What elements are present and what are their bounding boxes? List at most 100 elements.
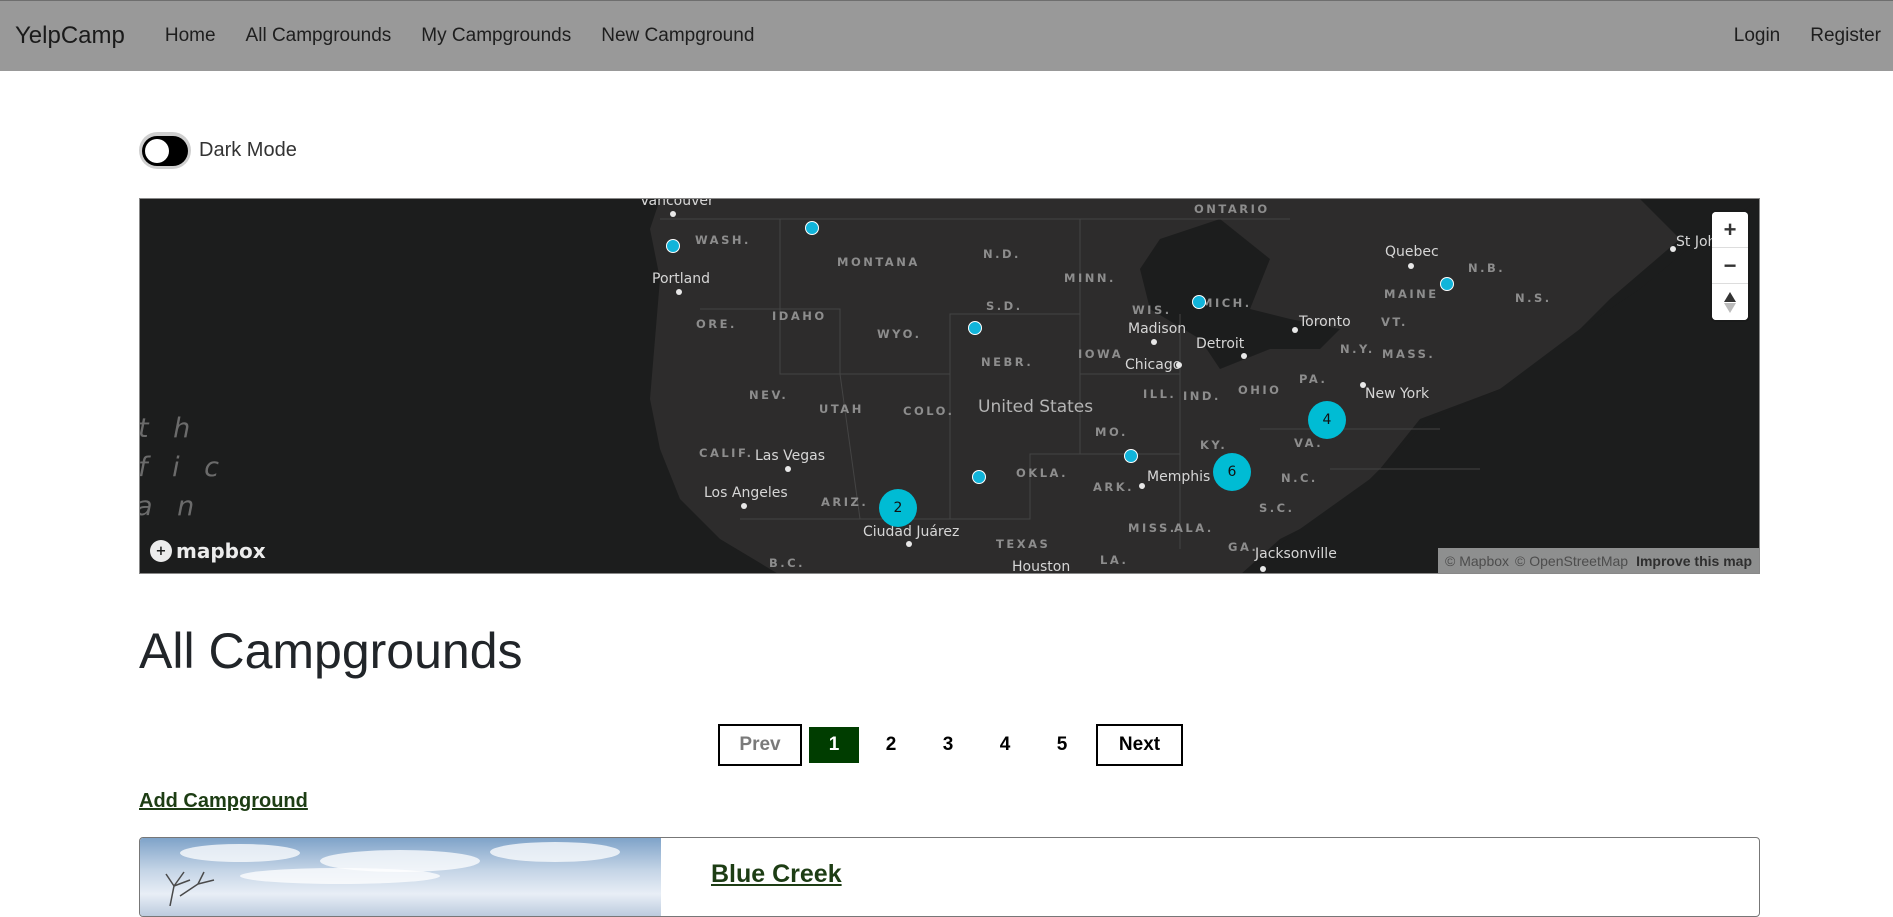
map-label-city: Detroit bbox=[1196, 336, 1245, 352]
map-label-state: OKLA. bbox=[1016, 466, 1068, 480]
map-label-state: VA. bbox=[1294, 436, 1324, 450]
nav-link-home[interactable]: Home bbox=[165, 25, 216, 47]
pagination: Prev 1 2 3 4 5 Next bbox=[718, 724, 1183, 766]
map-label-city: Jacksonville bbox=[1255, 546, 1337, 562]
nav-link-login[interactable]: Login bbox=[1734, 25, 1781, 47]
map-label-state: TEXAS bbox=[996, 537, 1051, 551]
zoom-in-button[interactable]: + bbox=[1712, 212, 1748, 248]
nav-link-my-campgrounds[interactable]: My Campgrounds bbox=[421, 25, 571, 47]
attribution-mapbox-link[interactable]: © Mapbox bbox=[1445, 553, 1509, 569]
next-page-button[interactable]: Next bbox=[1096, 724, 1183, 766]
map-label-city: Madison bbox=[1128, 321, 1187, 337]
cluster-map[interactable]: WASH. MONTANA N.D. MINN. ONTARIO ORE. ID… bbox=[139, 198, 1760, 574]
map-label-state: CALIF. bbox=[699, 446, 754, 460]
city-dot bbox=[1260, 566, 1266, 572]
zoom-out-button[interactable]: − bbox=[1712, 248, 1748, 284]
campground-pin[interactable] bbox=[968, 321, 982, 335]
map-label-city: New York bbox=[1365, 386, 1430, 402]
map-label-state: GA. bbox=[1228, 540, 1259, 554]
campground-pin[interactable] bbox=[1440, 277, 1454, 291]
nav-link-all-campgrounds[interactable]: All Campgrounds bbox=[246, 25, 392, 47]
dark-mode-toggle[interactable] bbox=[139, 132, 191, 169]
map-label-state: ONTARIO bbox=[1194, 202, 1270, 216]
map-attribution: © Mapbox © OpenStreetMap Improve this ma… bbox=[1438, 548, 1759, 573]
map-label-ocean: f i c bbox=[139, 452, 228, 483]
attribution-osm-link[interactable]: © OpenStreetMap bbox=[1515, 553, 1628, 569]
dark-mode-label: Dark Mode bbox=[199, 139, 297, 161]
map-label-country: United States bbox=[978, 397, 1094, 417]
mapbox-logo-text: mapbox bbox=[176, 539, 266, 563]
page-4-button[interactable]: 4 bbox=[980, 727, 1030, 763]
map-label-city: Portland bbox=[652, 271, 710, 287]
city-dot bbox=[670, 211, 676, 217]
page-5-button[interactable]: 5 bbox=[1037, 727, 1087, 763]
map-label-state: MINN. bbox=[1064, 271, 1116, 285]
nav-link-register[interactable]: Register bbox=[1810, 25, 1881, 47]
map-label-state: ARK. bbox=[1093, 480, 1135, 494]
dark-mode-row: Dark Mode bbox=[139, 132, 297, 169]
brand-logo[interactable]: YelpCamp bbox=[15, 22, 125, 50]
map-label-state: KY. bbox=[1200, 438, 1228, 452]
campground-cluster[interactable]: 2 bbox=[879, 489, 917, 527]
campground-pin[interactable] bbox=[1124, 449, 1138, 463]
mapbox-logo[interactable]: + mapbox bbox=[150, 539, 266, 563]
map-label-city: Quebec bbox=[1385, 244, 1439, 260]
campground-pin[interactable] bbox=[972, 470, 986, 484]
city-dot bbox=[1241, 353, 1247, 359]
city-dot bbox=[1139, 483, 1145, 489]
map-label-state: ORE. bbox=[696, 317, 737, 331]
map-label-state: IDAHO bbox=[772, 309, 827, 323]
mapbox-logo-icon: + bbox=[150, 540, 172, 562]
map-label-city: Ciudad Juárez bbox=[863, 524, 960, 540]
map-label-state: N.Y. bbox=[1340, 342, 1375, 356]
city-dot bbox=[676, 289, 682, 295]
map-label-state: OHIO bbox=[1238, 383, 1282, 397]
map-label-state: N.C. bbox=[1281, 471, 1318, 485]
map-label-state: UTAH bbox=[819, 402, 864, 416]
map-label-state: MISS. bbox=[1128, 521, 1177, 535]
map-label-ocean: a n bbox=[139, 491, 203, 522]
toggle-track bbox=[142, 135, 188, 166]
map-label-state: NEV. bbox=[749, 388, 789, 402]
map-label-state: N.B. bbox=[1468, 261, 1506, 275]
compass-icon bbox=[1724, 292, 1736, 313]
tree-silhouette bbox=[165, 871, 215, 906]
campground-pin[interactable] bbox=[805, 221, 819, 235]
nav-auth-links: Login Register bbox=[1704, 25, 1893, 47]
map-landmass bbox=[650, 199, 1759, 573]
campground-title-link[interactable]: Blue Creek bbox=[711, 860, 842, 889]
map-label-city: Toronto bbox=[1299, 314, 1351, 330]
map-label-state: ILL. bbox=[1143, 387, 1177, 401]
map-label-state: VT. bbox=[1381, 315, 1408, 329]
toggle-knob bbox=[145, 138, 169, 163]
nav-link-new-campground[interactable]: New Campground bbox=[601, 25, 754, 47]
campground-pin[interactable] bbox=[1192, 295, 1206, 309]
map-label-state: N.S. bbox=[1515, 291, 1552, 305]
add-campground-link[interactable]: Add Campground bbox=[139, 790, 308, 813]
city-dot bbox=[1670, 246, 1676, 252]
map-label-state: S.C. bbox=[1259, 501, 1295, 515]
campground-card: Blue Creek bbox=[139, 837, 1760, 917]
reset-bearing-button[interactable] bbox=[1712, 284, 1748, 320]
city-dot bbox=[1292, 327, 1298, 333]
map-label-city: Memphis bbox=[1147, 469, 1211, 485]
prev-page-button[interactable]: Prev bbox=[718, 724, 802, 766]
map-label-state: LA. bbox=[1100, 553, 1129, 567]
map-label-city: Chicago bbox=[1125, 357, 1182, 373]
map-label-state: ALA. bbox=[1174, 521, 1214, 535]
map-label-state: S.D. bbox=[986, 299, 1023, 313]
map-label-state: MO. bbox=[1095, 425, 1128, 439]
campground-image bbox=[140, 838, 661, 916]
page-2-button[interactable]: 2 bbox=[866, 727, 916, 763]
map-label-state: WASH. bbox=[695, 233, 751, 247]
city-dot bbox=[1360, 382, 1366, 388]
campground-cluster[interactable]: 4 bbox=[1308, 401, 1346, 439]
map-label-state: WYO. bbox=[877, 327, 922, 341]
campground-cluster[interactable]: 6 bbox=[1213, 453, 1251, 491]
campground-pin[interactable] bbox=[666, 239, 680, 253]
map-label-state: MICH. bbox=[1201, 296, 1252, 310]
page-3-button[interactable]: 3 bbox=[923, 727, 973, 763]
page-1-button[interactable]: 1 bbox=[809, 727, 859, 763]
navbar: YelpCamp Home All Campgrounds My Campgro… bbox=[0, 0, 1893, 71]
improve-map-link[interactable]: Improve this map bbox=[1636, 553, 1752, 569]
